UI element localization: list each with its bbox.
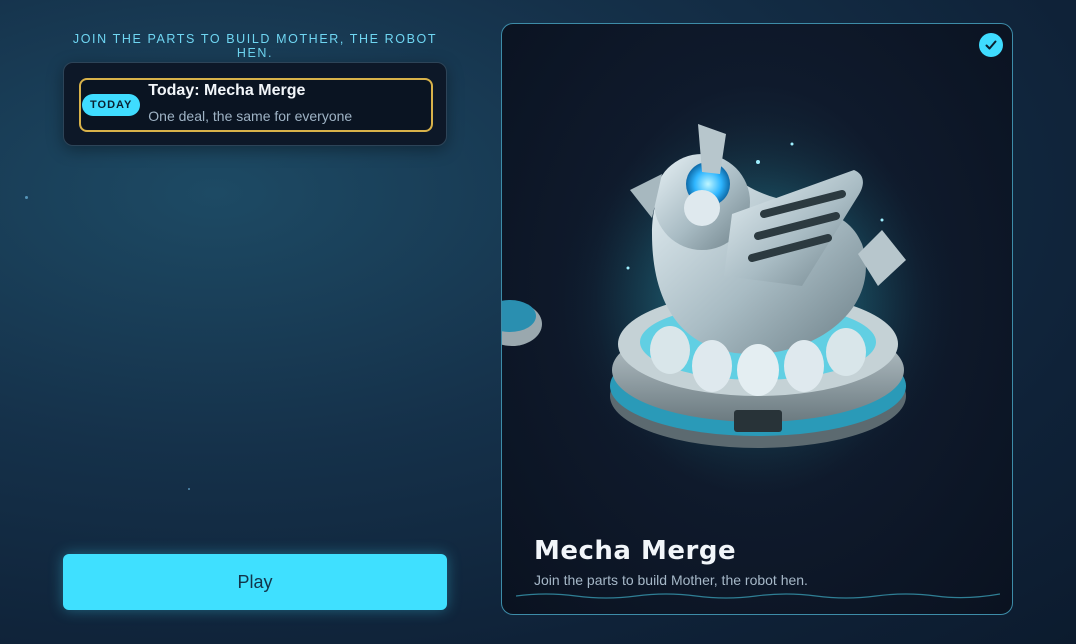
sparkle-decoration xyxy=(25,196,28,199)
wave-decoration xyxy=(516,593,1000,599)
deal-title: Today: Mecha Merge xyxy=(148,82,306,99)
deal-subtitle: One deal, the same for everyone xyxy=(148,108,353,124)
deal-text: Today: Mecha Merge One deal, the same fo… xyxy=(148,82,352,124)
sparkle-decoration xyxy=(188,488,190,490)
game-title: Mecha Merge xyxy=(534,536,737,566)
play-button[interactable]: Play xyxy=(63,554,447,610)
daily-deal-card[interactable]: TODAY Today: Mecha Merge One deal, the s… xyxy=(79,78,433,132)
check-icon xyxy=(979,33,1003,57)
game-subtitle: Join the parts to build Mother, the robo… xyxy=(534,572,808,588)
deal-panel: TODAY Today: Mecha Merge One deal, the s… xyxy=(63,62,447,146)
game-card-mecha-merge[interactable]: Mecha Merge Join the parts to build Moth… xyxy=(501,23,1013,615)
robot-hen-illustration xyxy=(502,104,968,504)
tagline: JOIN THE PARTS TO BUILD MOTHER, THE ROBO… xyxy=(72,32,438,60)
today-badge: TODAY xyxy=(82,94,141,116)
